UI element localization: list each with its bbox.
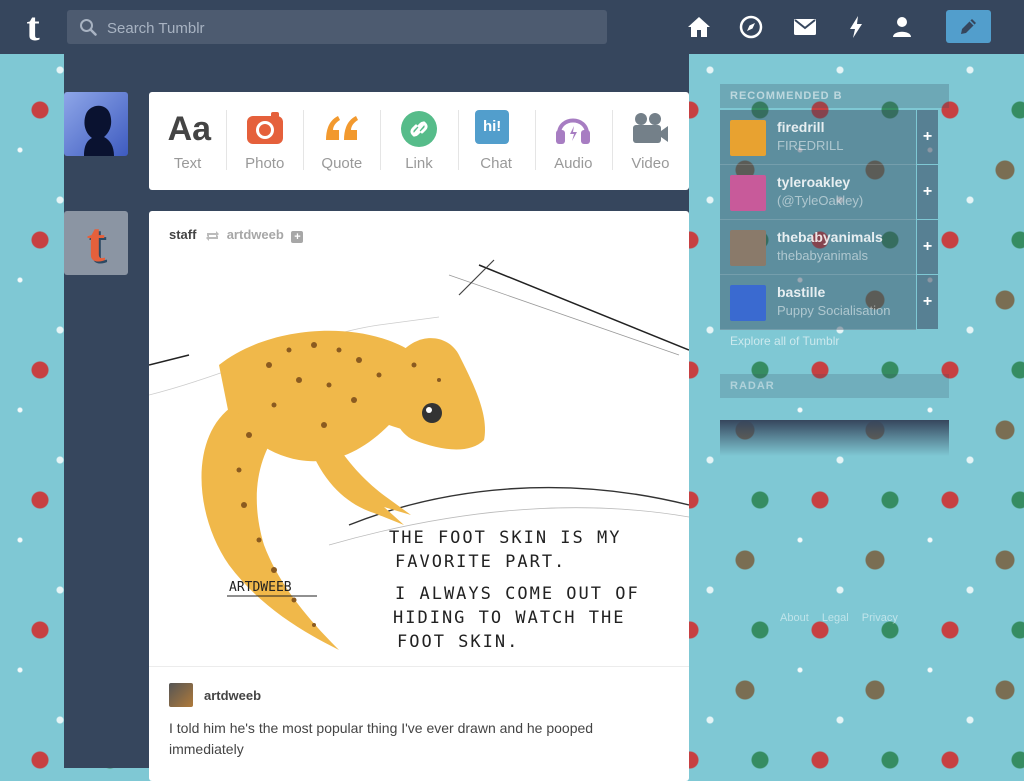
explore-all-link[interactable]: Explore all of Tumblr xyxy=(730,334,839,348)
post-type-label: Audio xyxy=(554,155,593,172)
blog-title: (@TyleOakley) xyxy=(777,193,864,208)
inbox-icon[interactable] xyxy=(792,14,818,40)
footer-link-legal[interactable]: Legal xyxy=(822,612,849,624)
chat-glyph: hi! xyxy=(482,118,502,135)
blog-title: thebabyanimals xyxy=(777,248,869,263)
follow-button[interactable]: + xyxy=(917,220,938,274)
top-bar: t xyxy=(0,0,1024,54)
post-type-label: Link xyxy=(405,155,433,172)
post-type-label: Photo xyxy=(245,155,285,172)
activity-icon[interactable] xyxy=(843,14,869,40)
post-type-label: Quote xyxy=(321,155,363,172)
recommended-blogs-title: RECOMMENDED B xyxy=(720,84,949,108)
caption-author-avatar[interactable] xyxy=(169,683,193,707)
post-type-chat[interactable]: hi! Chat xyxy=(457,92,535,190)
explore-icon[interactable] xyxy=(738,14,764,40)
reblog-icon xyxy=(206,231,220,241)
quote-icon xyxy=(325,116,358,140)
post-author-link[interactable]: staff xyxy=(169,227,196,242)
tumblr-logo-icon[interactable]: t xyxy=(16,7,50,47)
video-camera-icon xyxy=(633,113,669,143)
follow-button[interactable]: + xyxy=(917,275,938,329)
post-type-quote[interactable]: Quote xyxy=(303,92,380,190)
drawing-text-line: I ALWAYS COME OUT OF xyxy=(395,584,640,604)
post-type-audio[interactable]: Audio xyxy=(534,92,612,190)
pencil-icon xyxy=(961,19,976,34)
follow-plus-icon[interactable]: + xyxy=(291,231,304,243)
drawing-text-line: THE FOOT SKIN IS MY xyxy=(389,528,621,548)
caption-author-link[interactable]: artdweeb xyxy=(204,688,261,703)
post-card: staff artdweeb + THE FOOT SKIN IS MY FAV… xyxy=(149,211,689,781)
compose-button[interactable] xyxy=(946,10,991,43)
blog-name[interactable]: thebabyanimals xyxy=(777,229,883,245)
footer-link-privacy[interactable]: Privacy xyxy=(862,612,898,624)
post-caption: I told him he's the most popular thing I… xyxy=(169,720,594,757)
account-icon[interactable] xyxy=(889,14,915,40)
radar-title: RADAR xyxy=(720,374,949,398)
blog-name[interactable]: bastille xyxy=(777,284,825,300)
post-divider xyxy=(149,666,689,667)
post-header: staff artdweeb + xyxy=(169,227,304,245)
post-type-video[interactable]: Video xyxy=(611,92,689,190)
drawing-text-line: FOOT SKIN. xyxy=(397,632,519,652)
blog-title: FIREDRILL xyxy=(777,138,844,153)
recommended-blogs-list: firedrill FIREDRILL + tyleroakley (@Tyle… xyxy=(720,110,938,330)
camera-icon xyxy=(246,112,283,144)
user-avatar[interactable] xyxy=(64,92,128,156)
search-box xyxy=(67,10,607,46)
home-icon[interactable] xyxy=(686,14,712,40)
blog-name[interactable]: tyleroakley xyxy=(777,174,850,190)
headphones-icon xyxy=(556,118,591,144)
blog-avatar[interactable] xyxy=(730,120,766,156)
drawing-text-line: FAVORITE PART. xyxy=(395,552,566,572)
follow-button[interactable]: + xyxy=(917,165,938,219)
footer-links: About Legal Privacy xyxy=(780,612,908,624)
post-type-label: Chat xyxy=(480,155,512,172)
link-icon xyxy=(400,111,437,147)
recommended-blog[interactable]: tyleroakley (@TyleOakley) + xyxy=(720,165,938,220)
recommended-blog[interactable]: firedrill FIREDRILL + xyxy=(720,110,938,165)
follow-button[interactable]: + xyxy=(917,110,938,164)
chat-bubble-icon: hi! xyxy=(475,110,510,144)
post-type-bar: Aa Text Photo Quote Link hi! Chat Audio … xyxy=(149,92,689,190)
blog-name[interactable]: firedrill xyxy=(777,119,824,135)
radar-panel xyxy=(720,420,949,456)
recommended-blog[interactable]: bastille Puppy Socialisation + xyxy=(720,275,938,330)
text-post-icon: Aa xyxy=(167,110,212,148)
post-image[interactable]: THE FOOT SKIN IS MY FAVORITE PART. I ALW… xyxy=(149,255,689,667)
artist-signature: ARTDWEEB xyxy=(229,580,292,595)
post-type-label: Video xyxy=(631,155,670,172)
blog-avatar[interactable] xyxy=(730,175,766,211)
search-icon xyxy=(80,19,97,36)
recommended-blog[interactable]: thebabyanimals thebabyanimals + xyxy=(720,220,938,275)
staff-logo-icon: t xyxy=(86,212,106,274)
footer-link-about[interactable]: About xyxy=(780,612,809,624)
blog-title: Puppy Socialisation xyxy=(777,303,891,318)
drawing-text-line: HIDING TO WATCH THE xyxy=(393,608,625,628)
post-type-link[interactable]: Link xyxy=(380,92,457,190)
post-source-link[interactable]: artdweeb xyxy=(227,227,284,242)
user-silhouette-icon xyxy=(84,105,114,156)
blog-avatar[interactable] xyxy=(730,230,766,266)
search-input[interactable] xyxy=(105,10,599,46)
post-type-label: Text xyxy=(173,155,202,172)
staff-avatar[interactable]: t xyxy=(64,211,128,275)
post-type-text[interactable]: Aa Text xyxy=(149,92,226,190)
post-type-photo[interactable]: Photo xyxy=(226,92,303,190)
blog-avatar[interactable] xyxy=(730,285,766,321)
